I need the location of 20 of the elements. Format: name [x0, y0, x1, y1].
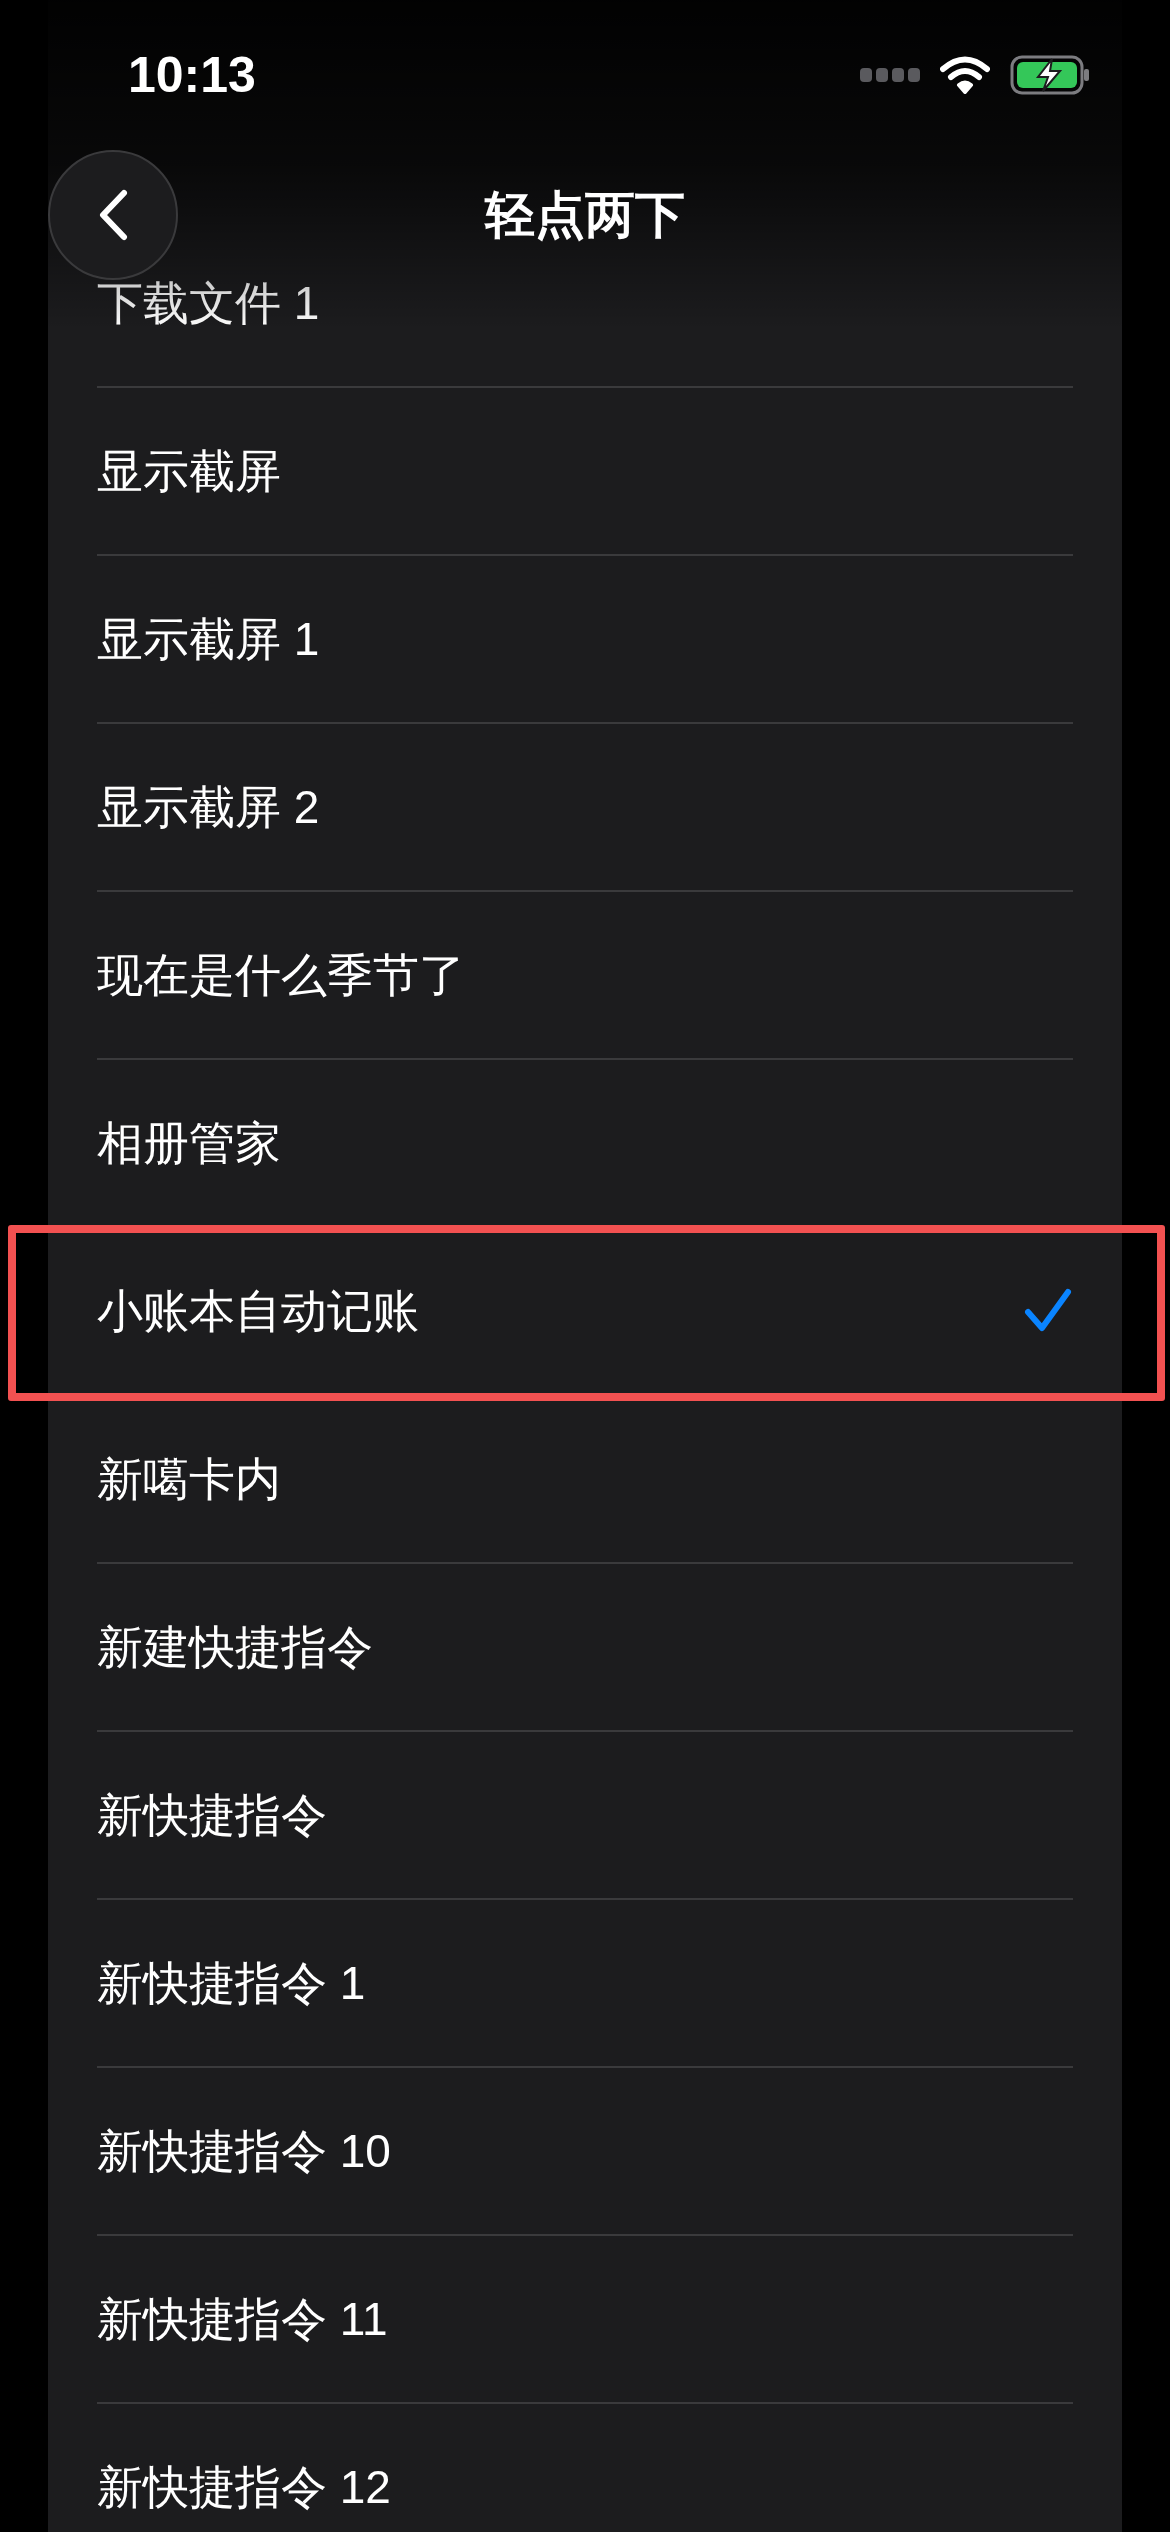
- list-item[interactable]: 新建快捷指令: [97, 1612, 373, 1682]
- list-item[interactable]: 显示截屏 1: [97, 604, 320, 674]
- signal-icon: [860, 68, 920, 82]
- list-item[interactable]: 新快捷指令 12: [97, 2452, 391, 2522]
- screen-title: 轻点两下: [485, 185, 685, 245]
- list-item[interactable]: 新快捷指令 1: [97, 1948, 366, 2018]
- list-item[interactable]: 相册管家: [97, 1108, 281, 1178]
- list-item[interactable]: 下载文件 1: [97, 268, 320, 338]
- list-item[interactable]: 小账本自动记账: [97, 1276, 419, 1346]
- battery-charging-icon: [1010, 55, 1090, 95]
- list-item[interactable]: 现在是什么季节了: [97, 940, 465, 1010]
- chevron-left-icon: [98, 189, 128, 241]
- status-time: 10:13: [128, 45, 256, 105]
- wifi-icon: [940, 56, 990, 94]
- list-item[interactable]: 显示截屏 2: [97, 772, 320, 842]
- list-item[interactable]: 新快捷指令 11: [97, 2284, 388, 2354]
- list-item[interactable]: 新快捷指令: [97, 1780, 327, 1850]
- list-item[interactable]: 显示截屏: [97, 436, 281, 506]
- list-item[interactable]: 新噶卡内: [97, 1444, 281, 1514]
- list-item[interactable]: 新快捷指令 10: [97, 2116, 391, 2186]
